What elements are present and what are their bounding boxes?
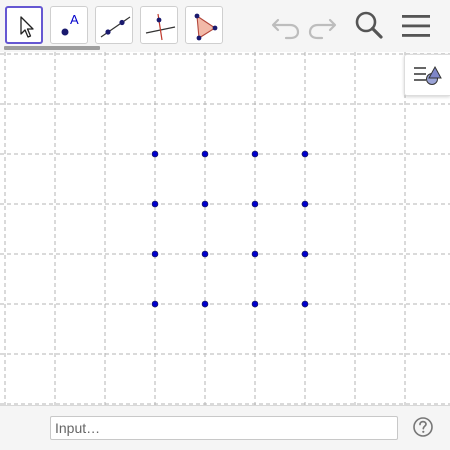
perpendicular-line-icon xyxy=(145,13,176,41)
help-icon xyxy=(413,417,433,437)
geometry-point[interactable] xyxy=(201,150,209,158)
style-bar-toggle-button[interactable] xyxy=(404,54,450,96)
input-bar xyxy=(0,405,450,450)
geometry-point[interactable] xyxy=(301,200,309,208)
polygon-icon xyxy=(194,13,218,41)
point-tool-label: A xyxy=(70,12,79,27)
geometry-point[interactable] xyxy=(251,150,259,158)
graphics-view[interactable] xyxy=(0,52,450,405)
search-icon xyxy=(355,11,383,39)
geometry-point[interactable] xyxy=(151,250,159,258)
search-button[interactable] xyxy=(352,8,388,44)
redo-button[interactable] xyxy=(304,8,340,44)
undo-icon xyxy=(271,18,300,40)
geometry-point[interactable] xyxy=(301,300,309,308)
move-tool-button[interactable] xyxy=(5,6,43,44)
geometry-point[interactable] xyxy=(251,300,259,308)
arrow-cursor-icon xyxy=(20,16,34,38)
point-tool-button[interactable]: A xyxy=(50,6,88,44)
hamburger-menu-icon xyxy=(402,15,430,37)
geometry-point[interactable] xyxy=(251,200,259,208)
line-tool-button[interactable] xyxy=(95,6,133,44)
polygon-tool-button[interactable] xyxy=(185,6,223,44)
geometry-point[interactable] xyxy=(201,250,209,258)
geometry-point[interactable] xyxy=(151,300,159,308)
geometry-point[interactable] xyxy=(301,250,309,258)
geometry-point[interactable] xyxy=(151,200,159,208)
style-bar-toggle-icon xyxy=(414,65,442,85)
algebra-input-field[interactable] xyxy=(50,416,398,440)
geometry-point[interactable] xyxy=(201,300,209,308)
coordinate-grid xyxy=(0,52,450,405)
main-menu-button[interactable] xyxy=(398,8,434,44)
undo-button[interactable] xyxy=(268,8,304,44)
geometry-point[interactable] xyxy=(151,150,159,158)
redo-icon xyxy=(308,18,337,40)
input-help-button[interactable] xyxy=(412,416,434,438)
geometry-point[interactable] xyxy=(301,150,309,158)
geometry-point[interactable] xyxy=(251,250,259,258)
geometry-point[interactable] xyxy=(201,200,209,208)
line-through-two-points-icon xyxy=(100,16,131,38)
toolbar: A xyxy=(0,0,450,52)
perpendicular-line-tool-button[interactable] xyxy=(140,6,178,44)
tool-group-indicator xyxy=(4,46,100,50)
